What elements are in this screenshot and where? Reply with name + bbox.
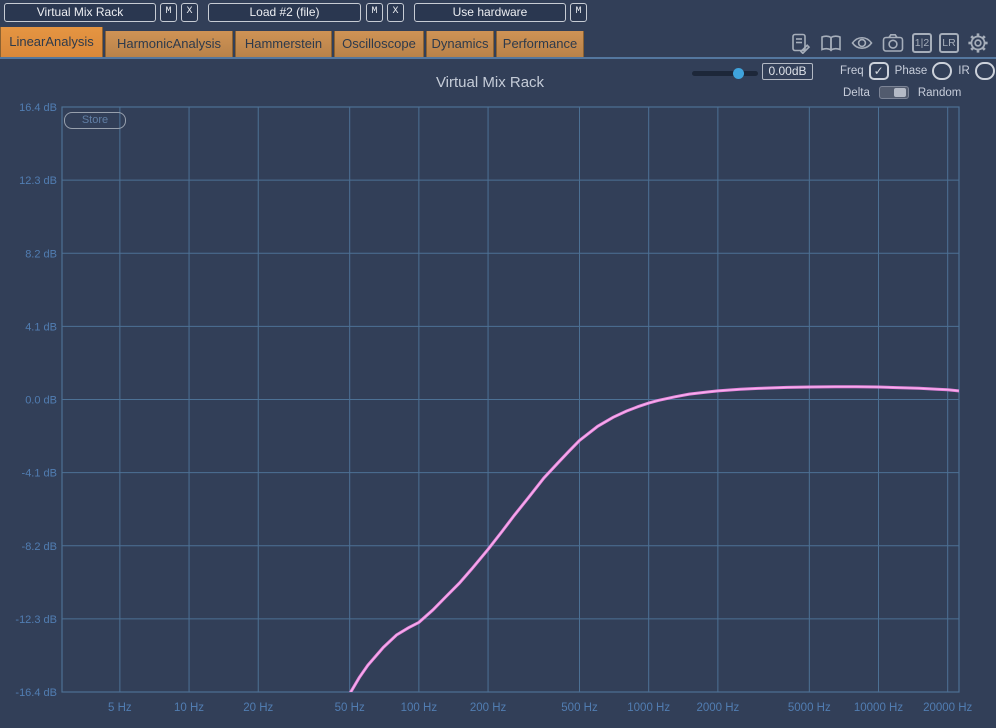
svg-text:1000 Hz: 1000 Hz [627,702,670,714]
tab-hammerstein[interactable]: Hammerstein [235,31,332,57]
svg-text:-12.3 dB: -12.3 dB [15,614,57,626]
camera-icon[interactable] [881,31,905,55]
top-bar: Virtual Mix Rack M X Load #2 (file) M X … [0,0,996,27]
ir-checkbox[interactable] [974,62,995,80]
tab-harmonic-analysis[interactable]: HarmonicAnalysis [105,31,233,57]
svg-text:2000 Hz: 2000 Hz [696,702,739,714]
tab-performance[interactable]: Performance [496,31,584,57]
store-button[interactable]: Store [64,112,126,129]
slot3-mute-button[interactable]: M [570,3,587,22]
random-label: Random [917,86,962,99]
svg-text:8.2 dB: 8.2 dB [25,248,57,260]
channel-1-2-icon[interactable]: 1|2 [912,33,932,53]
phase-label: Phase [894,65,928,77]
left-right-icon[interactable]: LR [939,33,959,53]
linear-analysis-panel: 16.4 dB 12.3 dB 8.2 dB 4.1 dB 0.0 dB -4.1 dB -… [0,59,996,728]
svg-text:-8.2 dB: -8.2 dB [22,541,57,553]
svg-text:10 Hz: 10 Hz [174,702,204,714]
svg-text:0.0 dB: 0.0 dB [25,395,57,407]
slot2-close-button[interactable]: X [387,3,404,22]
slot2-load-button[interactable]: Load #2 (file) [208,3,361,22]
svg-text:20000 Hz: 20000 Hz [923,702,972,714]
gain-readout[interactable]: 0.00dB [762,63,813,80]
svg-text:5000 Hz: 5000 Hz [788,702,831,714]
gain-slider[interactable] [692,68,758,79]
svg-text:4.1 dB: 4.1 dB [25,321,57,333]
svg-text:100 Hz: 100 Hz [401,702,438,714]
frequency-response-chart: 16.4 dB 12.3 dB 8.2 dB 4.1 dB 0.0 dB -4.1 dB -… [15,102,972,714]
book-icon[interactable] [819,31,843,55]
delta-label: Delta [843,86,870,99]
svg-text:12.3 dB: 12.3 dB [19,175,57,187]
slot3-hardware-button[interactable]: Use hardware [414,3,566,22]
svg-text:-4.1 dB: -4.1 dB [22,468,57,480]
svg-text:10000 Hz: 10000 Hz [854,702,903,714]
slot1-mute-button[interactable]: M [160,3,177,22]
chart-title: Virtual Mix Rack [435,74,545,91]
phase-checkbox[interactable] [932,62,953,80]
slot1-plugin-button[interactable]: Virtual Mix Rack [4,3,156,22]
tab-dynamics[interactable]: Dynamics [426,31,494,57]
ir-label: IR [958,65,970,77]
svg-text:200 Hz: 200 Hz [470,702,507,714]
delta-random-row: Delta Random [843,86,961,99]
toggle-knob [893,88,906,97]
gain-slider-thumb[interactable] [733,68,744,79]
analysis-tab-bar: LinearAnalysis HarmonicAnalysis Hammerst… [0,27,996,59]
tab-linear-analysis[interactable]: LinearAnalysis [0,27,103,57]
svg-text:20 Hz: 20 Hz [243,702,273,714]
freq-checkbox[interactable]: ✓ [868,62,889,80]
svg-text:5 Hz: 5 Hz [108,702,132,714]
svg-text:-16.4 dB: -16.4 dB [15,687,57,699]
freq-label: Freq [840,65,864,77]
toolbar-icon-row: 1|2 LR [788,29,990,57]
gain-slider-track[interactable] [692,71,758,76]
eye-icon[interactable] [850,31,874,55]
svg-text:500 Hz: 500 Hz [561,702,598,714]
check-icon: ✓ [873,64,884,78]
svg-text:50 Hz: 50 Hz [335,702,365,714]
tab-oscilloscope[interactable]: Oscilloscope [334,31,424,57]
plugin-analyzer-window: { "topbar": { "slot1_label": "Virtual Mi… [0,0,996,728]
slot2-mute-button[interactable]: M [366,3,383,22]
slot1-close-button[interactable]: X [181,3,198,22]
notes-icon[interactable] [788,31,812,55]
delta-random-toggle[interactable] [878,86,909,99]
svg-text:16.4 dB: 16.4 dB [19,102,57,114]
gear-icon[interactable] [966,31,990,55]
trace-controls-row: Freq ✓ Phase IR [840,62,996,80]
